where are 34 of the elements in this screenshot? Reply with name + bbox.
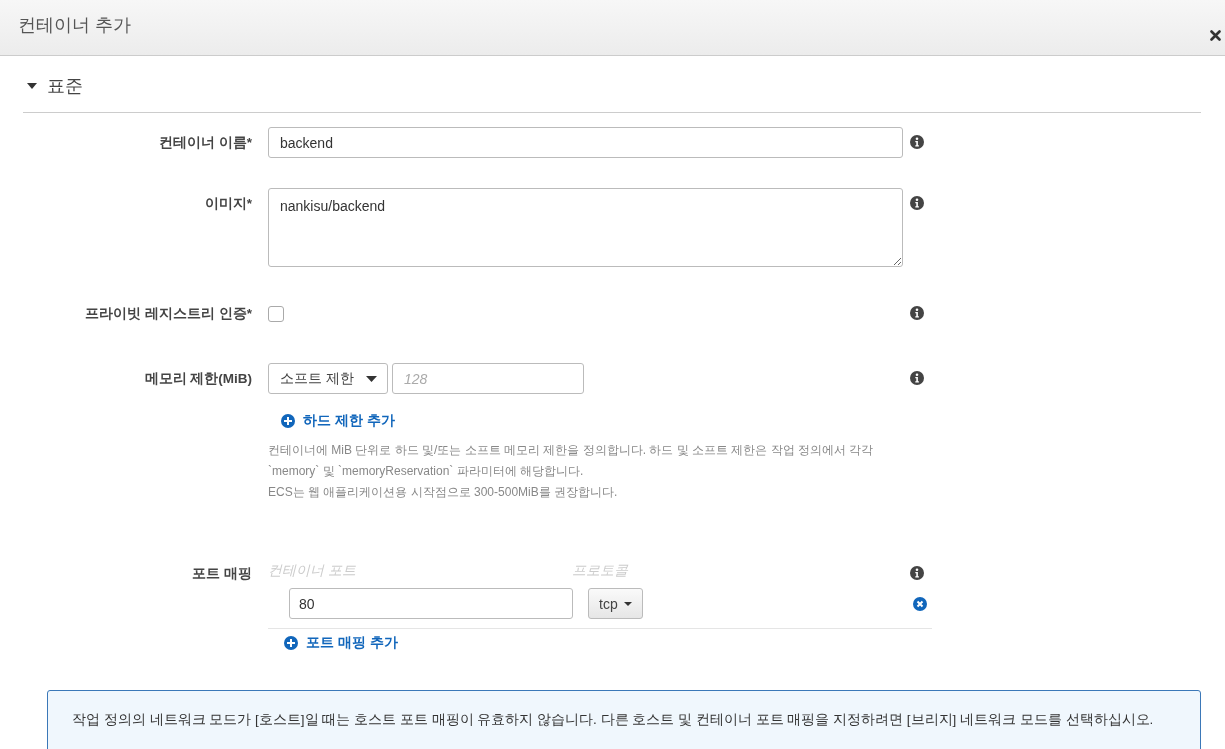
- help-text: 컨테이너에 MiB 단위로 하드 및/또는 소프트 메모리 제한을 정의합니다. 하드 및 소프트 제한은 작업 정의에서 각각: [268, 442, 875, 459]
- field-label: 포트 매핑: [192, 566, 252, 581]
- info-icon[interactable]: [910, 306, 924, 320]
- field-label: 컨테이너 이름*: [159, 135, 252, 150]
- remove-icon: [913, 596, 927, 611]
- field-label: 프라이빗 레지스트리 인증*: [85, 306, 252, 321]
- alert-message: 작업 정의의 네트워크 모드가 [호스트]일 때는 호스트 포트 매핑이 유효하지 않습니다. 다른 호스트 및 컨테이너 포트 매핑을 지정하려면 [브리지] 네트워크 모드를 선택하십시오.: [47, 690, 1201, 749]
- memory-field[interactable]: 128: [392, 363, 584, 394]
- help-text: `memory` 및 `memoryReservation` 파라미터에 해당합니다.: [268, 463, 585, 480]
- help-text: ECS는 웹 애플리케이션용 시작점으로 300-500MiB를 권장합니다.: [268, 484, 619, 501]
- port-field[interactable]: 80: [289, 588, 573, 619]
- info-icon[interactable]: [910, 135, 924, 149]
- close-button[interactable]: [1210, 30, 1221, 41]
- close-icon: [1210, 30, 1221, 41]
- plus-icon: [281, 414, 295, 428]
- text-field[interactable]: backend: [268, 127, 903, 158]
- plus-icon: [284, 636, 298, 650]
- info-icon[interactable]: [910, 196, 924, 210]
- caret-icon: [623, 601, 632, 606]
- field-label: 이미지*: [204, 196, 252, 211]
- info-icon[interactable]: [910, 566, 924, 580]
- checkbox[interactable]: [268, 306, 284, 322]
- add-port-mapping-link[interactable]: 포트 매핑 추가: [284, 634, 398, 652]
- caret-icon: [366, 375, 377, 382]
- limit-dropdown[interactable]: 소프트 제한: [268, 363, 388, 394]
- protocol-dropdown[interactable]: tcp: [588, 588, 643, 619]
- remove-button[interactable]: [913, 596, 927, 611]
- section-toggle[interactable]: [27, 83, 37, 89]
- add-hard-limit-link[interactable]: 하드 제한 추가: [281, 412, 395, 430]
- text-area[interactable]: nankisu/backend: [268, 188, 903, 267]
- info-icon[interactable]: [910, 371, 924, 385]
- section-title: 표준: [47, 75, 83, 98]
- field-label: 메모리 제한(MiB): [144, 371, 252, 386]
- dialog-title: 컨테이너 추가: [18, 13, 131, 37]
